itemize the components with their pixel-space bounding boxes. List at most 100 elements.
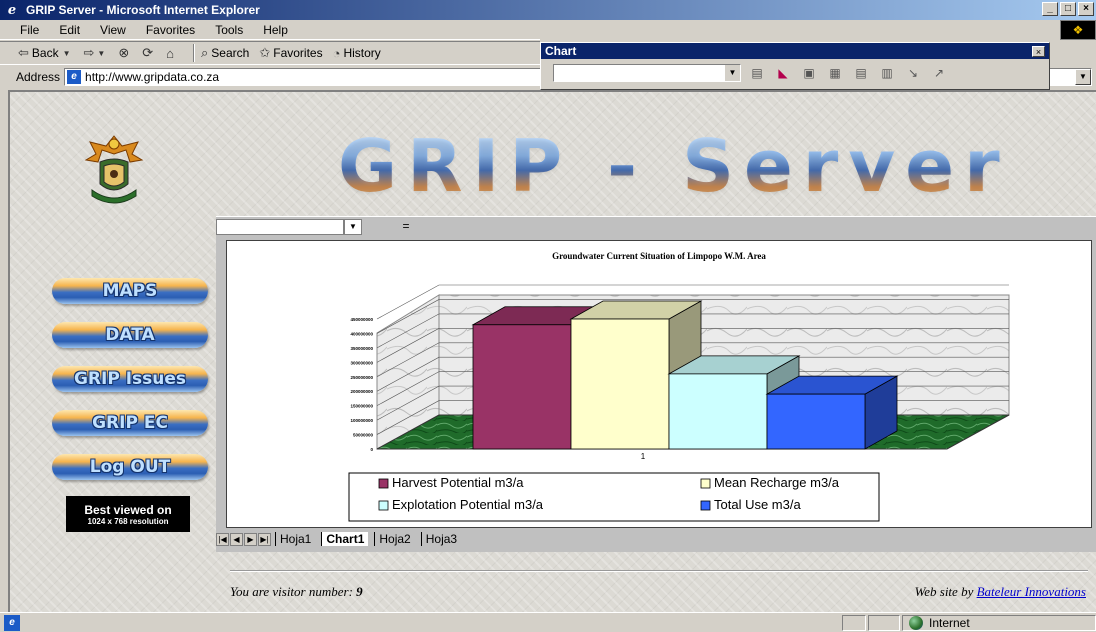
history-label: History [343, 46, 381, 60]
status-bar: e Internet [0, 612, 1096, 632]
menu-view[interactable]: View [100, 23, 126, 37]
last-sheet-button[interactable]: ▶| [258, 532, 271, 546]
menu-favorites[interactable]: Favorites [146, 23, 195, 37]
by-column-icon[interactable]: ▥ [877, 64, 897, 82]
formula-equals: = [366, 219, 446, 235]
data-table-icon[interactable]: ▦ [825, 64, 845, 82]
menu-edit[interactable]: Edit [59, 23, 80, 37]
y-tick-label: 100000000 [350, 418, 373, 423]
chart-toolbar-title: Chart [545, 44, 577, 58]
best-viewed-line1: Best viewed on [84, 502, 172, 517]
chart-canvas: Groundwater Current Situation of Limpopo… [348, 251, 1010, 522]
bar-2-front [570, 318, 670, 450]
maximize-button[interactable]: □ [1060, 2, 1076, 16]
angle-text-down-icon[interactable]: ↘ [903, 64, 923, 82]
nav-logout-button[interactable]: Log OUT [52, 454, 208, 480]
y-tick-label: 200000000 [350, 389, 373, 394]
address-dropdown-button[interactable]: ▼ [1075, 69, 1091, 85]
minimize-button[interactable]: _ [1042, 2, 1058, 16]
sheet-tab-chart1[interactable]: Chart1 [321, 532, 369, 546]
best-viewed-line2: 1024 x 768 resolution [87, 516, 169, 526]
legend-swatch [700, 500, 711, 511]
status-field [868, 615, 900, 631]
back-arrow-icon: ⇦ [18, 45, 29, 60]
footer-divider [230, 570, 1088, 572]
sheet-tab-bar: |◀ ◀ ▶ ▶| Hoja1 Chart1 Hoja2 Hoja3 [216, 530, 1096, 548]
credits-label: Web site by [914, 584, 974, 599]
name-box[interactable] [216, 219, 344, 235]
x-category-label: 1 [641, 452, 646, 461]
security-zone: Internet [902, 615, 1096, 631]
excel-chart-embed: ▼ = Groundwater Current Situation of Lim… [216, 216, 1096, 552]
sheet-tab-hoja1[interactable]: Hoja1 [275, 532, 315, 546]
back-button[interactable]: ⇦ Back ▼ [18, 45, 74, 61]
home-button[interactable]: ⌂ [166, 46, 177, 61]
page-status-icon: e [4, 614, 20, 631]
chart-objects-dropdown[interactable]: ▼ [553, 64, 741, 82]
nav-maps-button[interactable]: MAPS [52, 278, 208, 304]
site-credits: Web site by Bateleur Innovations [915, 584, 1086, 600]
chart-toolbar-titlebar[interactable]: Chart [541, 43, 1049, 59]
prev-sheet-button[interactable]: ◀ [230, 532, 243, 546]
by-row-icon[interactable]: ▤ [851, 64, 871, 82]
stop-button[interactable]: ⊗ [118, 45, 132, 61]
excel-formula-bar: ▼ = [216, 216, 1096, 236]
chart-area[interactable]: Groundwater Current Situation of Limpopo… [226, 240, 1092, 528]
home-icon: ⌂ [166, 45, 175, 61]
menu-bar: File Edit View Favorites Tools Help [0, 20, 540, 40]
best-viewed-badge: Best viewed on 1024 x 768 resolution [66, 496, 190, 532]
ie-logo-icon: e [7, 2, 17, 18]
format-object-icon[interactable]: ▤ [747, 64, 767, 82]
forward-button[interactable]: ⇨ ▼ [84, 45, 109, 61]
history-button[interactable]: ◔ History [333, 46, 381, 61]
nav-data-button[interactable]: DATA [52, 322, 208, 348]
internet-globe-icon [909, 616, 923, 630]
refresh-button[interactable]: ⟳ [142, 45, 156, 61]
angle-text-up-icon[interactable]: ↗ [929, 64, 949, 82]
page-viewport: GRIP - Server MAPS DATA GRIP Issues GRIP… [8, 90, 1096, 612]
refresh-icon: ⟳ [142, 45, 154, 60]
stop-icon: ⊗ [118, 45, 130, 60]
y-tick-label: 250000000 [350, 375, 373, 380]
menu-help[interactable]: Help [263, 23, 288, 37]
legend-icon[interactable]: ▣ [799, 64, 819, 82]
bar-4-front [766, 393, 866, 450]
favorites-button[interactable]: ✩ Favorites [259, 45, 322, 61]
legend-label: Total Use m3/a [714, 497, 801, 512]
page-icon: e [67, 70, 82, 84]
windows-logo-icon: ❖ [1060, 20, 1096, 40]
y-tick-label: 450000000 [350, 317, 373, 322]
toolbar-separator [193, 44, 196, 62]
search-label: Search [211, 46, 250, 60]
address-url: http://www.gripdata.co.za [85, 70, 220, 84]
sheet-tab-hoja2[interactable]: Hoja2 [374, 532, 414, 546]
sheet-tab-hoja3[interactable]: Hoja3 [420, 532, 461, 546]
zone-label: Internet [929, 616, 970, 630]
search-button[interactable]: ⌕ Search [201, 45, 249, 61]
back-label: Back [31, 46, 59, 60]
menu-tools[interactable]: Tools [215, 23, 243, 37]
next-sheet-button[interactable]: ▶ [244, 532, 257, 546]
name-box-dropdown[interactable]: ▼ [344, 219, 362, 235]
bar-3-front [668, 373, 768, 450]
window-titlebar: e GRIP Server - Microsoft Internet Explo… [0, 0, 1096, 20]
credits-link[interactable]: Bateleur Innovations [977, 584, 1086, 599]
first-sheet-button[interactable]: |◀ [216, 532, 229, 546]
nav-grip-ec-button[interactable]: GRIP EC [52, 410, 208, 436]
chart-toolbar: Chart × ▼ ▤ ◣ ▣ ▦ ▤ ▥ ↘ ↗ [540, 42, 1050, 90]
chart-type-icon[interactable]: ◣ [773, 64, 793, 82]
favorites-icon: ✩ [259, 45, 271, 60]
visitor-label: You are visitor number: [230, 584, 353, 599]
chevron-down-icon: ▼ [725, 65, 740, 81]
site-banner: GRIP - Server [338, 124, 1010, 208]
y-tick-label: 50000000 [353, 433, 374, 438]
y-tick-label: 150000000 [350, 404, 373, 409]
menu-file[interactable]: File [20, 23, 39, 37]
chart-toolbar-close-button[interactable]: × [1032, 46, 1045, 57]
close-button[interactable]: × [1078, 2, 1094, 16]
nav-grip-issues-button[interactable]: GRIP Issues [52, 366, 208, 392]
chart-title: Groundwater Current Situation of Limpopo… [552, 251, 766, 261]
y-tick-label: 350000000 [350, 346, 373, 351]
search-icon: ⌕ [201, 45, 209, 60]
bar-1-front [472, 324, 572, 450]
